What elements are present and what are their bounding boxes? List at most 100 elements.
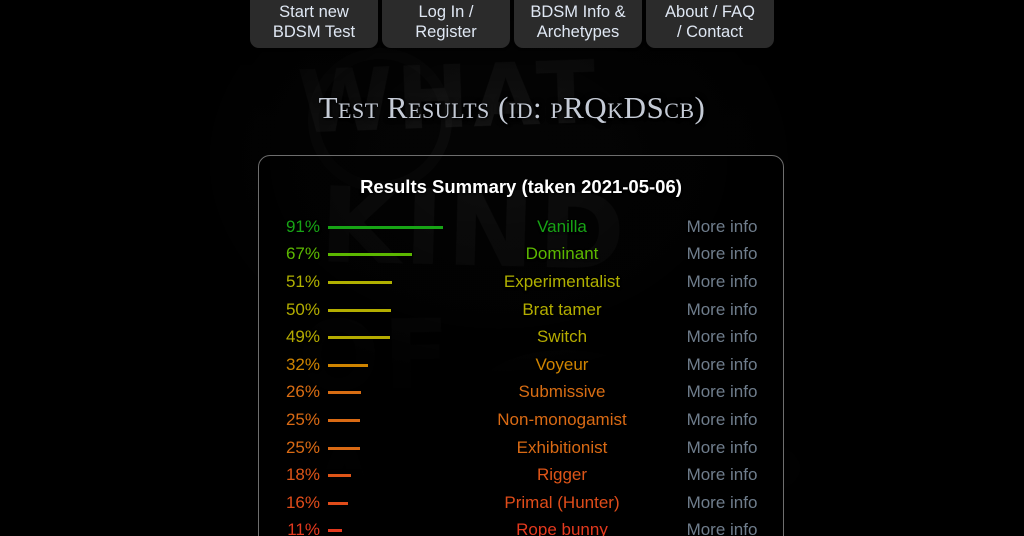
result-bar-fill <box>328 225 443 229</box>
result-label: Switch <box>536 327 588 347</box>
result-row: 32% Voyeur More info <box>259 351 783 379</box>
result-bar-cell <box>328 379 458 407</box>
result-more-info-cell: More info <box>666 379 783 407</box>
page-title: Test Results (id: pRQkDScb) <box>318 90 706 125</box>
result-bar-cell <box>328 323 458 351</box>
result-label: Rigger <box>536 465 588 485</box>
results-table: 91% Vanilla More info 67% Dominant More info 5… <box>259 213 783 536</box>
result-percentage: 67% <box>285 244 320 264</box>
more-info-link[interactable]: More info <box>687 520 758 536</box>
result-row: 26% Submissive More info <box>259 379 783 407</box>
result-bar-fill <box>328 336 390 340</box>
result-bar-cell <box>328 268 458 296</box>
result-bar-fill <box>328 308 391 312</box>
result-percentage: 25% <box>285 409 320 429</box>
result-bar-fill <box>328 280 393 284</box>
more-info-link[interactable]: More info <box>687 300 758 319</box>
result-more-info-cell: More info <box>666 351 783 379</box>
result-row: 18% Rigger More info <box>259 461 783 489</box>
nav-button-line1: Log In / <box>418 3 474 21</box>
result-more-info-cell: More info <box>666 461 783 489</box>
result-more-info-cell: More info <box>666 213 783 241</box>
result-bar-track <box>328 303 454 317</box>
result-percentage: 16% <box>285 492 320 512</box>
more-info-link[interactable]: More info <box>687 438 758 457</box>
result-more-info-cell: More info <box>666 517 783 536</box>
result-percentage: 32% <box>285 354 320 374</box>
page-root: WHAT KIND OF A Start new BDSM Test Log In … <box>0 0 1024 536</box>
nav-button-line1: About / FAQ <box>665 3 755 21</box>
result-more-info-cell: More info <box>666 434 783 462</box>
result-row: 25% Non-monogamist More info <box>259 406 783 434</box>
more-info-link[interactable]: More info <box>687 382 758 401</box>
nav-button-line1: BDSM Info & <box>530 3 626 21</box>
result-bar-fill <box>328 253 413 257</box>
nav-button-line2: Register <box>415 23 477 41</box>
more-info-link[interactable]: More info <box>687 493 758 512</box>
more-info-link[interactable]: More info <box>687 272 758 291</box>
nav-button-line2: BDSM Test <box>272 23 356 41</box>
result-more-info-cell: More info <box>666 296 783 324</box>
result-percentage: 25% <box>285 437 320 457</box>
more-info-link[interactable]: More info <box>687 244 758 263</box>
result-percentage: 91% <box>285 216 320 236</box>
result-bar-fill <box>328 391 361 395</box>
result-more-info-cell: More info <box>666 489 783 517</box>
result-bar-fill <box>328 529 342 533</box>
nav-button-line2: / Contact <box>676 23 744 41</box>
result-row: 16% Primal (Hunter) More info <box>259 489 783 517</box>
more-info-link[interactable]: More info <box>687 410 758 429</box>
result-bar-fill <box>328 418 360 422</box>
result-bar-fill <box>328 501 349 505</box>
result-row: 51% Experimentalist More info <box>259 268 783 296</box>
result-label: Voyeur <box>535 354 589 374</box>
result-label: Brat tamer <box>522 299 602 319</box>
more-info-link[interactable]: More info <box>687 217 758 236</box>
nav-button-log-in-register[interactable]: Log In / Register <box>382 0 510 48</box>
result-bar-track <box>328 496 454 510</box>
nav-button-start-new-test[interactable]: Start new BDSM Test <box>250 0 378 48</box>
result-bar-track <box>328 220 454 234</box>
result-label: Non-monogamist <box>497 409 627 429</box>
result-label: Submissive <box>518 382 606 402</box>
result-bar-track <box>328 468 454 482</box>
result-percentage: 18% <box>285 465 320 485</box>
more-info-link[interactable]: More info <box>687 465 758 484</box>
result-row: 67% Dominant More info <box>259 241 783 269</box>
results-summary-heading: Results Summary (taken 2021-05-06) <box>360 176 682 197</box>
result-percentage: 11% <box>287 520 320 536</box>
result-bar-track <box>328 441 454 455</box>
result-bar-track <box>328 358 454 372</box>
result-label: Primal (Hunter) <box>504 492 620 512</box>
top-navigation: Start new BDSM Test Log In / Register BDSM I… <box>0 0 1024 56</box>
result-more-info-cell: More info <box>666 241 783 269</box>
result-row: 49% Switch More info <box>259 323 783 351</box>
result-bar-fill <box>328 363 369 367</box>
result-bar-cell <box>328 434 458 462</box>
result-label: Dominant <box>525 244 599 264</box>
result-bar-cell <box>328 296 458 324</box>
result-bar-cell <box>328 351 458 379</box>
result-label: Rope bunny <box>516 520 608 536</box>
nav-button-bdsm-info-archetypes[interactable]: BDSM Info & Archetypes <box>514 0 642 48</box>
result-label: Experimentalist <box>503 271 621 291</box>
results-panel: Results Summary (taken 2021-05-06) 91% Va… <box>258 155 784 536</box>
result-bar-track <box>328 330 454 344</box>
result-bar-track <box>328 413 454 427</box>
result-bar-cell <box>328 489 458 517</box>
result-bar-cell <box>328 517 458 536</box>
result-more-info-cell: More info <box>666 268 783 296</box>
result-bar-cell <box>328 213 458 241</box>
result-bar-fill <box>328 474 351 478</box>
result-bar-track <box>328 385 454 399</box>
nav-button-about-faq-contact[interactable]: About / FAQ / Contact <box>646 0 774 48</box>
more-info-link[interactable]: More info <box>687 355 758 374</box>
nav-button-line1: Start new <box>279 3 349 21</box>
result-percentage: 49% <box>285 327 320 347</box>
result-row: 91% Vanilla More info <box>259 213 783 241</box>
result-row: 50% Brat tamer More info <box>259 296 783 324</box>
result-bar-track <box>328 523 454 536</box>
more-info-link[interactable]: More info <box>687 327 758 346</box>
result-percentage: 50% <box>285 299 320 319</box>
result-percentage: 51% <box>285 271 320 291</box>
